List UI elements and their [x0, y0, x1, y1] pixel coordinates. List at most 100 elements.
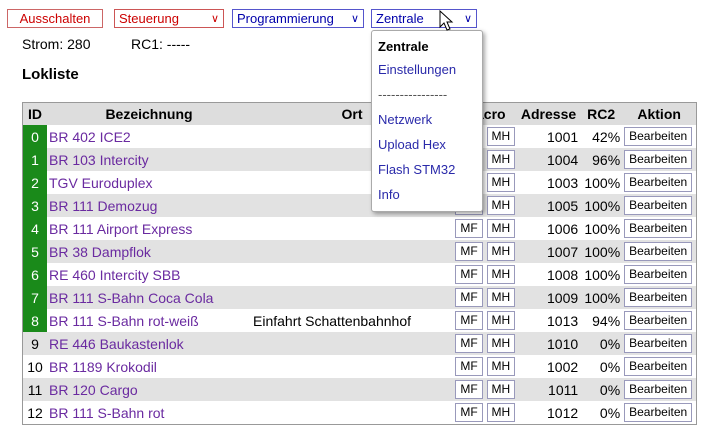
- menu-item-flash-stm32[interactable]: Flash STM32: [378, 162, 455, 177]
- mh-button[interactable]: MH: [486, 265, 515, 284]
- menu-item-info[interactable]: Info: [378, 187, 400, 202]
- mh-button[interactable]: MH: [486, 219, 515, 238]
- mh-button[interactable]: MH: [486, 403, 515, 422]
- mh-button[interactable]: MH: [486, 173, 515, 192]
- bearbeiten-button[interactable]: Bearbeiten: [624, 242, 693, 261]
- ausschalten-button[interactable]: Ausschalten: [7, 9, 103, 28]
- bearbeiten-button[interactable]: Bearbeiten: [624, 288, 693, 307]
- bearbeiten-button[interactable]: Bearbeiten: [624, 311, 693, 330]
- table-row: 2TGV EuroduplexMF MH1003100%Bearbeiten: [23, 171, 697, 194]
- menu-item-zentrale[interactable]: Zentrale: [378, 39, 429, 54]
- row-bezeichnung-link[interactable]: BR 120 Cargo: [47, 378, 251, 401]
- row-adresse: 1001: [516, 125, 581, 148]
- row-bezeichnung-link[interactable]: BR 1189 Krokodil: [47, 355, 251, 378]
- row-id: 10: [23, 355, 47, 378]
- header-bezeichnung: Bezeichnung: [47, 103, 251, 125]
- row-id: 2: [23, 171, 47, 194]
- mf-button[interactable]: MF: [455, 403, 483, 422]
- row-adresse: 1009: [516, 286, 581, 309]
- programmierung-select[interactable]: Programmierung ∨: [232, 9, 364, 28]
- mf-button[interactable]: MF: [455, 357, 483, 376]
- row-id: 11: [23, 378, 47, 401]
- bearbeiten-button[interactable]: Bearbeiten: [624, 173, 693, 192]
- menu-item-upload-hex[interactable]: Upload Hex: [378, 137, 446, 152]
- mh-button[interactable]: MH: [486, 311, 515, 330]
- mh-button[interactable]: MH: [486, 196, 515, 215]
- row-adresse: 1011: [516, 378, 581, 401]
- row-bezeichnung-link[interactable]: TGV Euroduplex: [47, 171, 251, 194]
- table-row: 4 BR 111 Airport Express MF MH 1006 100% Bear…: [23, 217, 697, 240]
- bearbeiten-button[interactable]: Bearbeiten: [624, 219, 693, 238]
- steuerung-select-label: Steuerung: [119, 11, 179, 26]
- strom-value: Strom: 280: [22, 36, 91, 52]
- table-row: 7 BR 111 S-Bahn Coca Cola MF MH 1009 100% Bea…: [23, 286, 697, 309]
- row-rc2: 0%: [580, 355, 623, 378]
- row-bezeichnung-link[interactable]: BR 111 Airport Express: [47, 217, 251, 240]
- row-bezeichnung-link[interactable]: BR 111 S-Bahn Coca Cola: [47, 286, 251, 309]
- mf-button[interactable]: MF: [455, 242, 483, 261]
- row-bezeichnung-link[interactable]: RE 446 Baukastenlok: [47, 332, 251, 355]
- row-adresse: 1010: [516, 332, 581, 355]
- row-bezeichnung-link[interactable]: BR 103 Intercity: [47, 148, 251, 171]
- mf-button[interactable]: MF: [455, 265, 483, 284]
- zentrale-dropdown-menu: Zentrale Einstellungen ---------------- …: [371, 30, 483, 212]
- header-rc2: RC2: [580, 103, 623, 125]
- bearbeiten-button[interactable]: Bearbeiten: [624, 380, 693, 399]
- row-id: 12: [23, 401, 47, 424]
- mf-button[interactable]: MF: [455, 288, 483, 307]
- row-ort: [251, 240, 453, 263]
- table-row: 0BR 402 ICE2MF MH100142%Bearbeiten: [23, 125, 697, 148]
- row-adresse: 1008: [516, 263, 581, 286]
- row-rc2: 0%: [580, 378, 623, 401]
- mf-button[interactable]: MF: [455, 334, 483, 353]
- mh-button[interactable]: MH: [486, 242, 515, 261]
- table-row: 3BR 111 DemozugMF MH1005100%Bearbeiten: [23, 194, 697, 217]
- row-bezeichnung-link[interactable]: BR 38 Dampflok: [47, 240, 251, 263]
- menu-item-einstellungen[interactable]: Einstellungen: [378, 62, 456, 77]
- row-bezeichnung-link[interactable]: BR 111 S-Bahn rot: [47, 401, 251, 424]
- row-bezeichnung-link[interactable]: BR 402 ICE2: [47, 125, 251, 148]
- bearbeiten-button[interactable]: Bearbeiten: [624, 265, 693, 284]
- mh-button[interactable]: MH: [486, 357, 515, 376]
- row-ort: [251, 355, 453, 378]
- mf-button[interactable]: MF: [455, 219, 483, 238]
- row-rc2: 100%: [580, 240, 623, 263]
- row-id: 3: [23, 194, 47, 217]
- row-ort: Einfahrt Schattenbahnhof: [251, 309, 453, 332]
- row-id: 5: [23, 240, 47, 263]
- header-id: ID: [23, 103, 47, 125]
- row-id: 6: [23, 263, 47, 286]
- row-id: 1: [23, 148, 47, 171]
- mh-button[interactable]: MH: [486, 127, 515, 146]
- menu-item-netzwerk[interactable]: Netzwerk: [378, 112, 432, 127]
- table-row: 10 BR 1189 Krokodil MF MH 1002 0% Bearbeiten: [23, 355, 697, 378]
- row-rc2: 100%: [580, 217, 623, 240]
- menu-separator: ----------------: [378, 87, 448, 102]
- bearbeiten-button[interactable]: Bearbeiten: [624, 334, 693, 353]
- row-rc2: 100%: [580, 263, 623, 286]
- steuerung-select[interactable]: Steuerung ∨: [114, 9, 224, 28]
- row-rc2: 96%: [580, 148, 623, 171]
- bearbeiten-button[interactable]: Bearbeiten: [624, 357, 693, 376]
- mh-button[interactable]: MH: [486, 288, 515, 307]
- row-id: 7: [23, 286, 47, 309]
- mh-button[interactable]: MH: [486, 150, 515, 169]
- bearbeiten-button[interactable]: Bearbeiten: [624, 403, 693, 422]
- row-rc2: 94%: [580, 309, 623, 332]
- lokliste-title: Lokliste: [22, 66, 79, 83]
- zentrale-select[interactable]: Zentrale ∨: [371, 9, 477, 28]
- row-bezeichnung-link[interactable]: RE 460 Intercity SBB: [47, 263, 251, 286]
- bearbeiten-button[interactable]: Bearbeiten: [624, 196, 693, 215]
- table-row: 1BR 103 IntercityMF MH100496%Bearbeiten: [23, 148, 697, 171]
- row-bezeichnung-link[interactable]: BR 111 Demozug: [47, 194, 251, 217]
- mh-button[interactable]: MH: [486, 334, 515, 353]
- table-row: 11 BR 120 Cargo MF MH 1011 0% Bearbeiten: [23, 378, 697, 401]
- bearbeiten-button[interactable]: Bearbeiten: [624, 150, 693, 169]
- bearbeiten-button[interactable]: Bearbeiten: [624, 127, 693, 146]
- row-bezeichnung-link[interactable]: BR 111 S-Bahn rot-weiß: [47, 309, 251, 332]
- mf-button[interactable]: MF: [455, 380, 483, 399]
- mf-button[interactable]: MF: [455, 311, 483, 330]
- zentrale-select-label: Zentrale: [376, 11, 424, 26]
- mh-button[interactable]: MH: [486, 380, 515, 399]
- mouse-pointer-icon: [439, 10, 454, 31]
